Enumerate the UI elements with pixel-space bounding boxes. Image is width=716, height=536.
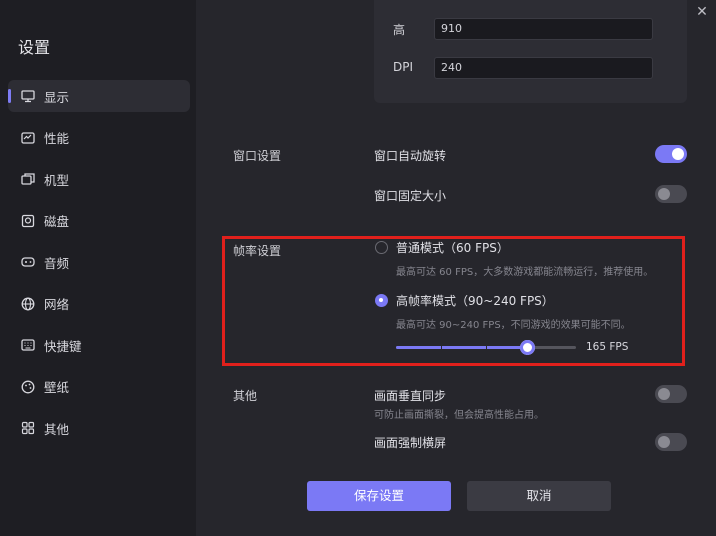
resolution-card — [374, 0, 687, 103]
height-input[interactable]: 910 — [434, 18, 653, 40]
sidebar-item-label: 显示 — [44, 89, 70, 105]
audio-icon — [20, 254, 36, 270]
fixed-size-label: 窗口固定大小 — [374, 189, 447, 203]
window-settings-label: 窗口设置 — [233, 149, 282, 163]
sidebar-item-device-model[interactable]: 机型 — [8, 163, 190, 195]
cancel-button[interactable]: 取消 — [467, 481, 611, 511]
toggle-knob — [658, 436, 670, 448]
device-model-icon — [20, 171, 36, 187]
vsync-toggle[interactable] — [655, 385, 687, 403]
sidebar-item-label: 网络 — [44, 297, 70, 312]
sidebar-item-label: 快捷键 — [44, 338, 82, 354]
force-landscape-label: 画面强制横屏 — [374, 436, 447, 450]
dpi-label: DPI — [393, 60, 414, 74]
sidebar-item-display[interactable]: 显示 — [8, 80, 190, 112]
footer-bar: 保存设置 取消 — [196, 457, 716, 536]
other-label: 其他 — [233, 389, 258, 403]
toggle-knob — [658, 188, 670, 200]
save-button[interactable]: 保存设置 — [307, 481, 451, 511]
sidebar-item-label: 磁盘 — [44, 214, 70, 229]
wallpaper-icon — [20, 379, 36, 395]
sidebar-item-label: 性能 — [44, 131, 70, 146]
toggle-knob — [658, 388, 670, 400]
sidebar-item-shortcuts[interactable]: 快捷键 — [8, 329, 190, 361]
toggle-knob — [672, 148, 684, 160]
auto-rotate-label: 窗口自动旋转 — [374, 149, 447, 163]
sidebar-item-label: 音频 — [44, 255, 70, 271]
sidebar-item-label: 壁纸 — [44, 380, 70, 395]
sidebar: 设置 显示 性能 机型 磁盘 音频 网络 快捷键 壁纸 其他 — [0, 0, 196, 536]
sidebar-title: 设置 — [18, 38, 51, 57]
active-indicator — [8, 89, 11, 103]
sidebar-nav: 显示 性能 机型 磁盘 音频 网络 快捷键 壁纸 其他 — [8, 80, 190, 454]
sidebar-item-audio[interactable]: 音频 — [8, 246, 190, 278]
force-landscape-toggle[interactable] — [655, 433, 687, 451]
grid-icon — [20, 420, 36, 436]
sidebar-item-label: 其他 — [44, 421, 70, 437]
sidebar-item-disk[interactable]: 磁盘 — [8, 205, 190, 237]
sidebar-item-network[interactable]: 网络 — [8, 288, 190, 320]
vsync-description: 可防止画面撕裂，但会提高性能占用。 — [374, 410, 544, 421]
sidebar-item-performance[interactable]: 性能 — [8, 122, 190, 154]
height-label: 高 — [393, 23, 406, 37]
sidebar-item-other[interactable]: 其他 — [8, 412, 190, 444]
auto-rotate-toggle[interactable] — [655, 145, 687, 163]
vsync-label: 画面垂直同步 — [374, 389, 447, 403]
monitor-icon — [20, 88, 36, 104]
fixed-size-toggle[interactable] — [655, 185, 687, 203]
settings-window: 设置 显示 性能 机型 磁盘 音频 网络 快捷键 壁纸 其他 ✕ 高 910 D… — [0, 0, 716, 536]
close-icon[interactable]: ✕ — [694, 4, 710, 20]
disk-icon — [20, 213, 36, 229]
dpi-input[interactable]: 240 — [434, 57, 653, 79]
sidebar-item-label: 机型 — [44, 172, 70, 188]
framerate-highlight-box — [222, 236, 685, 366]
network-icon — [20, 296, 36, 312]
performance-icon — [20, 130, 36, 146]
keyboard-icon — [20, 337, 36, 353]
sidebar-item-wallpaper[interactable]: 壁纸 — [8, 371, 190, 403]
